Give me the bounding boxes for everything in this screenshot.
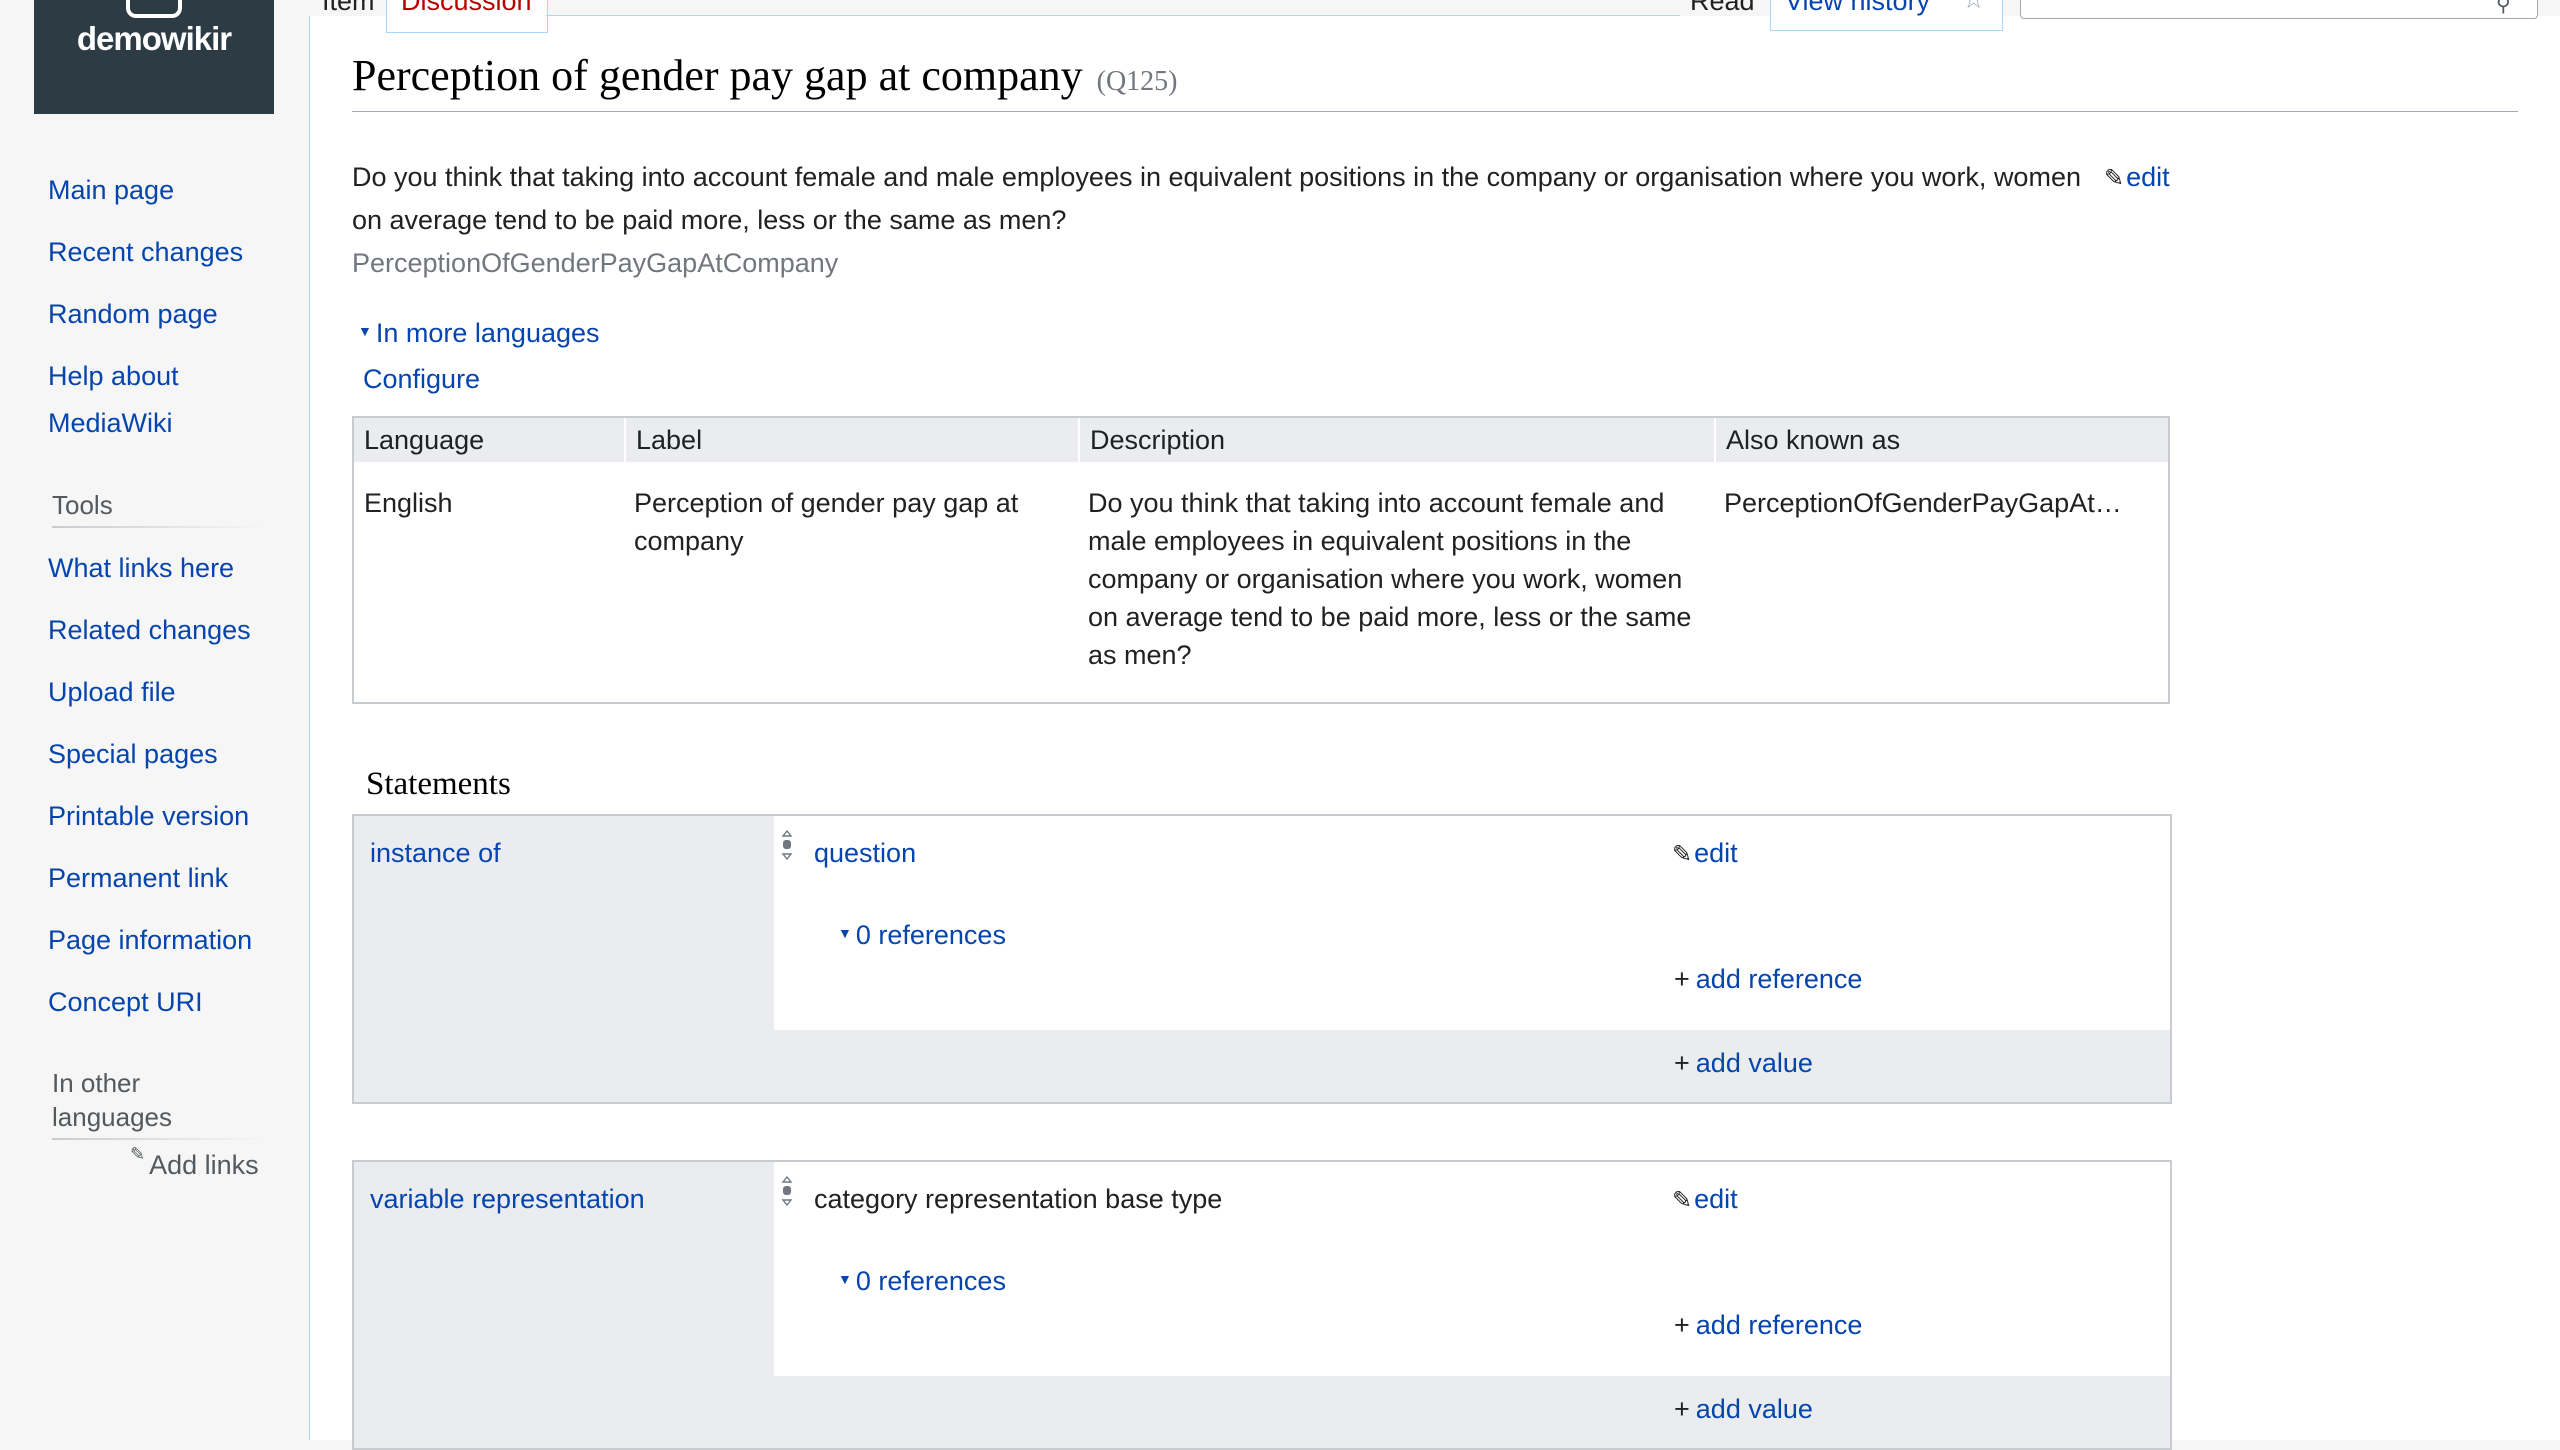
languages-divider (52, 1138, 264, 1140)
statements-heading: Statements (366, 766, 511, 802)
configure-link[interactable]: Configure (363, 364, 480, 395)
languages-heading-line1: In other (52, 1068, 141, 1098)
table-header-row: Language Label Description Also known as (354, 418, 2168, 462)
item-description: Do you think that taking into account fe… (352, 162, 2081, 235)
references-label: 0 references (855, 1266, 1006, 1296)
rank-selector-icon[interactable] (780, 830, 794, 860)
edit-label: edit (2126, 162, 2170, 192)
tab-item-label: Item (322, 0, 375, 16)
references-toggle[interactable]: ▼ 0 references (838, 920, 1006, 951)
watch-star-button[interactable]: ☆ (1946, 0, 2003, 31)
cell-label: Perception of gender pay gap at company (634, 488, 1019, 556)
add-reference-label: add reference (1695, 1310, 1863, 1340)
edit-label: edit (1694, 838, 1738, 868)
sidebar-item-printable-version[interactable]: Printable version (48, 792, 249, 840)
caret-down-icon: ▼ (358, 323, 372, 339)
edit-description-button[interactable]: ✎edit (2098, 156, 2170, 200)
in-more-languages-label: In more languages (375, 318, 600, 348)
add-links-label: Add links (149, 1150, 259, 1180)
statement-group-variable-representation: variable representation category represe… (352, 1160, 2172, 1450)
plus-icon: + (1674, 1048, 1690, 1078)
column-header-language: Language (364, 425, 485, 455)
sidebar-item-special-pages[interactable]: Special pages (48, 730, 218, 778)
add-value-button[interactable]: + add value (1674, 1394, 1813, 1425)
tab-view-history[interactable]: View history (1770, 0, 1948, 31)
sidebar-item-concept-uri[interactable]: Concept URI (48, 978, 203, 1026)
references-toggle[interactable]: ▼ 0 references (838, 1266, 1006, 1297)
sidebar-item-upload-file[interactable]: Upload file (48, 668, 176, 716)
caret-down-icon: ▼ (838, 1271, 852, 1287)
add-value-label: add value (1695, 1048, 1813, 1078)
sidebar-item-related-changes[interactable]: Related changes (48, 606, 251, 654)
page-title: Perception of gender pay gap at company (… (352, 50, 1178, 101)
site-logo[interactable]: demowikir (34, 0, 274, 114)
edit-statement-button[interactable]: ✎edit (1672, 1184, 1738, 1215)
tab-discussion[interactable]: Discussion (386, 0, 548, 33)
star-icon: ☆ (1962, 0, 1985, 12)
column-header-aliases: Also known as (1714, 418, 2170, 462)
edit-label: edit (1694, 1184, 1738, 1214)
sidebar-item-help-line1[interactable]: Help about (48, 352, 179, 400)
plus-icon: + (1674, 1394, 1690, 1424)
sidebar-item-what-links-here[interactable]: What links here (48, 544, 234, 592)
tools-divider (52, 526, 264, 528)
cell-aliases: PerceptionOfGenderPayGapAt… (1724, 488, 2122, 518)
sidebar-item-random-page[interactable]: Random page (48, 290, 218, 338)
statement-value-link[interactable]: question (814, 838, 916, 869)
title-divider (352, 111, 2518, 112)
languages-table: Language Label Description Also known as… (352, 416, 2170, 704)
plus-icon: + (1674, 1310, 1690, 1340)
tab-discussion-label: Discussion (401, 0, 532, 16)
cell-description: Do you think that taking into account fe… (1088, 488, 1692, 670)
tab-view-history-label: View history (1785, 0, 1931, 16)
statement-value-link[interactable]: category representation base type (814, 1184, 1222, 1215)
sidebar-item-recent-changes[interactable]: Recent changes (48, 228, 243, 276)
tab-read-label: Read (1690, 0, 1755, 16)
sidebar-item-page-information[interactable]: Page information (48, 916, 252, 964)
search-icon[interactable]: ⚲ (2496, 0, 2511, 17)
pencil-icon: ✎ (1672, 841, 1693, 868)
add-value-label: add value (1695, 1394, 1813, 1424)
statement-group-instance-of: instance of question ✎edit ▼ 0 references… (352, 814, 2172, 1104)
statement-value-box: question ✎edit ▼ 0 references + add refere… (774, 816, 2170, 1030)
property-link[interactable]: variable representation (370, 1184, 645, 1215)
item-id: (Q125) (1096, 66, 1178, 97)
column-header-description: Description (1078, 418, 1714, 462)
pencil-icon: ✎ (2104, 165, 2125, 192)
sidebar-item-permanent-link[interactable]: Permanent link (48, 854, 228, 902)
rank-selector-icon[interactable] (780, 1176, 794, 1206)
site-logo-text: demowikir (76, 20, 232, 57)
references-label: 0 references (855, 920, 1006, 950)
book-logo-icon (126, 0, 182, 18)
pencil-icon: ✎ (1672, 1187, 1693, 1214)
pencil-icon: ✎ (130, 1144, 146, 1164)
column-header-label: Label (624, 418, 1078, 462)
caret-down-icon: ▼ (838, 925, 852, 941)
edit-statement-button[interactable]: ✎edit (1672, 838, 1738, 869)
plus-icon: + (1674, 964, 1690, 994)
sidebar-item-main-page[interactable]: Main page (48, 166, 174, 214)
tab-bar-underline (546, 15, 1680, 16)
add-value-button[interactable]: + add value (1674, 1048, 1813, 1079)
in-more-languages-toggle[interactable]: ▼ In more languages (358, 318, 600, 349)
cell-language: English (364, 488, 453, 518)
statement-value-box: category representation base type ✎edit … (774, 1162, 2170, 1376)
property-link[interactable]: instance of (370, 838, 501, 869)
languages-heading-line2: languages (52, 1102, 172, 1132)
add-reference-label: add reference (1695, 964, 1863, 994)
item-aliases: PerceptionOfGenderPayGapAtCompany (352, 248, 839, 278)
tools-heading: Tools (52, 490, 113, 520)
add-reference-button[interactable]: + add reference (1674, 964, 1862, 995)
add-reference-button[interactable]: + add reference (1674, 1310, 1862, 1341)
search-input[interactable] (2020, 0, 2538, 19)
sidebar-item-help-line2[interactable]: MediaWiki (48, 399, 173, 447)
add-links-button[interactable]: ✎ Add links (130, 1144, 259, 1181)
page-title-text: Perception of gender pay gap at company (352, 51, 1083, 100)
